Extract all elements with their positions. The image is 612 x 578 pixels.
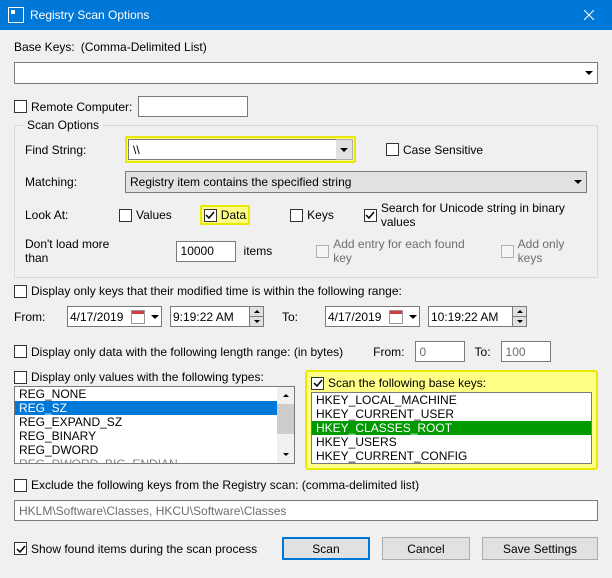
scan-options-legend: Scan Options bbox=[23, 118, 103, 132]
scan-options-group: Scan Options Find String: Case Sensitive… bbox=[14, 125, 598, 278]
list-item[interactable]: HKEY_CURRENT_CONFIG bbox=[312, 449, 591, 463]
close-button[interactable] bbox=[566, 0, 612, 30]
length-range-checkbox[interactable]: Display only data with the following len… bbox=[14, 345, 343, 359]
from-time-spinner[interactable] bbox=[250, 306, 264, 327]
to-label: To: bbox=[282, 310, 317, 324]
exclude-input[interactable] bbox=[14, 500, 598, 521]
titlebar: Registry Scan Options bbox=[0, 0, 612, 30]
matching-label: Matching: bbox=[25, 175, 115, 189]
find-string-label: Find String: bbox=[25, 143, 115, 157]
cancel-button[interactable]: Cancel bbox=[382, 537, 470, 560]
base-keys-hint: (Comma-Delimited List) bbox=[81, 40, 207, 54]
time-range-checkbox[interactable]: Display only keys that their modified ti… bbox=[14, 284, 402, 298]
chevron-down-icon bbox=[574, 180, 582, 184]
scan-button[interactable]: Scan bbox=[282, 537, 370, 560]
matching-combo[interactable]: Registry item contains the specified str… bbox=[125, 171, 587, 193]
dont-load-input[interactable] bbox=[176, 241, 236, 262]
remote-computer-input[interactable] bbox=[138, 96, 248, 117]
keys-checkbox[interactable]: Keys bbox=[290, 208, 334, 222]
values-checkbox[interactable]: Values bbox=[119, 208, 172, 222]
remote-computer-checkbox[interactable]: Remote Computer: bbox=[14, 100, 132, 114]
list-item[interactable]: HKEY_CURRENT_USER bbox=[312, 407, 591, 421]
list-item[interactable]: REG_NONE bbox=[15, 387, 294, 401]
look-at-label: Look At: bbox=[25, 208, 109, 222]
show-found-checkbox[interactable]: Show found items during the scan process bbox=[14, 542, 270, 556]
to-date[interactable]: 4/17/2019 bbox=[325, 306, 420, 327]
find-string-input[interactable] bbox=[128, 139, 336, 160]
value-types-checkbox[interactable]: Display only values with the following t… bbox=[14, 370, 295, 384]
add-entry-checkbox[interactable]: Add entry for each found key bbox=[316, 237, 476, 265]
length-from-input[interactable] bbox=[415, 341, 465, 362]
scrollbar[interactable] bbox=[277, 387, 294, 463]
from-date[interactable]: 4/17/2019 bbox=[67, 306, 162, 327]
app-icon bbox=[8, 7, 24, 23]
save-settings-button[interactable]: Save Settings bbox=[482, 537, 598, 560]
items-label: items bbox=[244, 244, 273, 258]
add-only-keys-checkbox[interactable]: Add only keys bbox=[501, 237, 587, 265]
base-keys-label: Base Keys: bbox=[14, 40, 75, 54]
to-time[interactable]: 10:19:22 AM bbox=[428, 306, 513, 327]
dont-load-label: Don't load more than bbox=[25, 237, 130, 265]
value-types-listbox[interactable]: REG_NONE REG_SZ REG_EXPAND_SZ REG_BINARY… bbox=[14, 386, 295, 464]
to-time-spinner[interactable] bbox=[513, 306, 527, 327]
list-item[interactable]: HKEY_USERS bbox=[312, 435, 591, 449]
list-item[interactable]: REG_SZ bbox=[15, 401, 294, 415]
scan-base-keys-checkbox[interactable]: Scan the following base keys: bbox=[311, 376, 592, 390]
list-item[interactable]: REG_BINARY bbox=[15, 429, 294, 443]
data-checkbox[interactable]: Data bbox=[204, 208, 246, 222]
calendar-icon bbox=[389, 310, 403, 324]
list-item[interactable]: HKEY_LOCAL_MACHINE bbox=[312, 393, 591, 407]
list-item[interactable]: REG_EXPAND_SZ bbox=[15, 415, 294, 429]
unicode-checkbox[interactable]: Search for Unicode string in binary valu… bbox=[364, 201, 587, 229]
chevron-down-icon bbox=[585, 71, 593, 75]
list-item[interactable]: REG_DWORD_BIG_ENDIAN bbox=[15, 457, 294, 464]
list-item[interactable]: HKEY_CLASSES_ROOT bbox=[312, 421, 591, 435]
case-sensitive-checkbox[interactable]: Case Sensitive bbox=[386, 143, 483, 157]
base-keys-listbox[interactable]: HKEY_LOCAL_MACHINE HKEY_CURRENT_USER HKE… bbox=[311, 392, 592, 464]
calendar-icon bbox=[131, 310, 145, 324]
window-title: Registry Scan Options bbox=[30, 8, 566, 22]
length-from-label: From: bbox=[373, 345, 404, 359]
base-keys-combo[interactable] bbox=[14, 62, 598, 84]
length-to-label: To: bbox=[475, 345, 491, 359]
length-to-input[interactable] bbox=[501, 341, 551, 362]
list-item[interactable]: REG_DWORD bbox=[15, 443, 294, 457]
find-string-dropdown[interactable] bbox=[336, 139, 353, 160]
exclude-checkbox[interactable]: Exclude the following keys from the Regi… bbox=[14, 478, 419, 492]
from-time[interactable]: 9:19:22 AM bbox=[170, 306, 250, 327]
from-label: From: bbox=[14, 310, 59, 324]
